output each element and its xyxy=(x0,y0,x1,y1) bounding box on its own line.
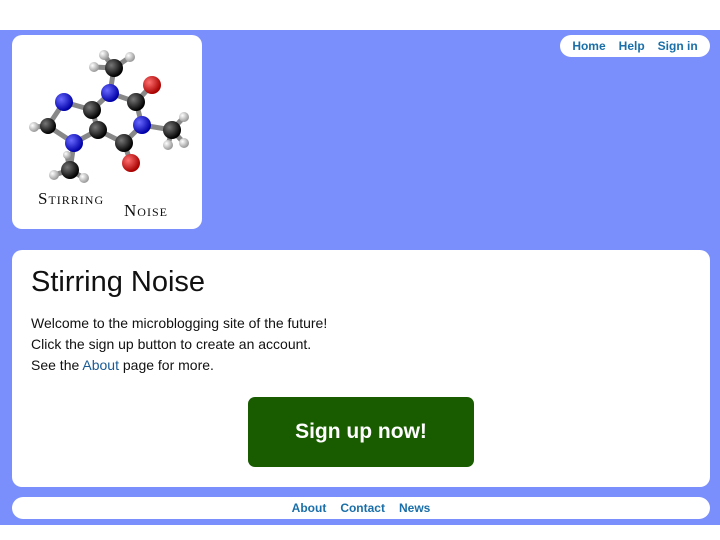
page-title: Stirring Noise xyxy=(31,266,206,298)
footer: About Contact News xyxy=(12,497,710,519)
footer-about-link[interactable]: About xyxy=(292,501,327,515)
site-logo[interactable]: Stirring Noise xyxy=(12,35,202,229)
intro-text: Welcome to the microblogging site of the… xyxy=(31,313,327,376)
logo-word-stirring: Stirring xyxy=(38,189,105,208)
top-navigation: Home Help Sign in xyxy=(560,35,710,57)
footer-news-link[interactable]: News xyxy=(399,501,430,515)
about-suffix: page for more. xyxy=(118,357,214,373)
intro-line-about: See the About page for more. xyxy=(31,355,327,376)
signup-button[interactable]: Sign up now! xyxy=(248,397,474,467)
nav-home-link[interactable]: Home xyxy=(572,39,605,53)
footer-contact-link[interactable]: Contact xyxy=(340,501,385,515)
nav-help-link[interactable]: Help xyxy=(619,39,645,53)
intro-line-welcome: Welcome to the microblogging site of the… xyxy=(31,315,328,331)
caffeine-molecule-icon xyxy=(29,50,189,183)
about-prefix: See the xyxy=(31,357,83,373)
about-link[interactable]: About xyxy=(82,357,119,373)
welcome-card: Stirring Noise Welcome to the microblogg… xyxy=(12,250,710,487)
intro-line-signup: Click the sign up button to create an ac… xyxy=(31,336,312,352)
logo-word-noise: Noise xyxy=(124,201,168,220)
nav-sign-in-link[interactable]: Sign in xyxy=(658,39,698,53)
